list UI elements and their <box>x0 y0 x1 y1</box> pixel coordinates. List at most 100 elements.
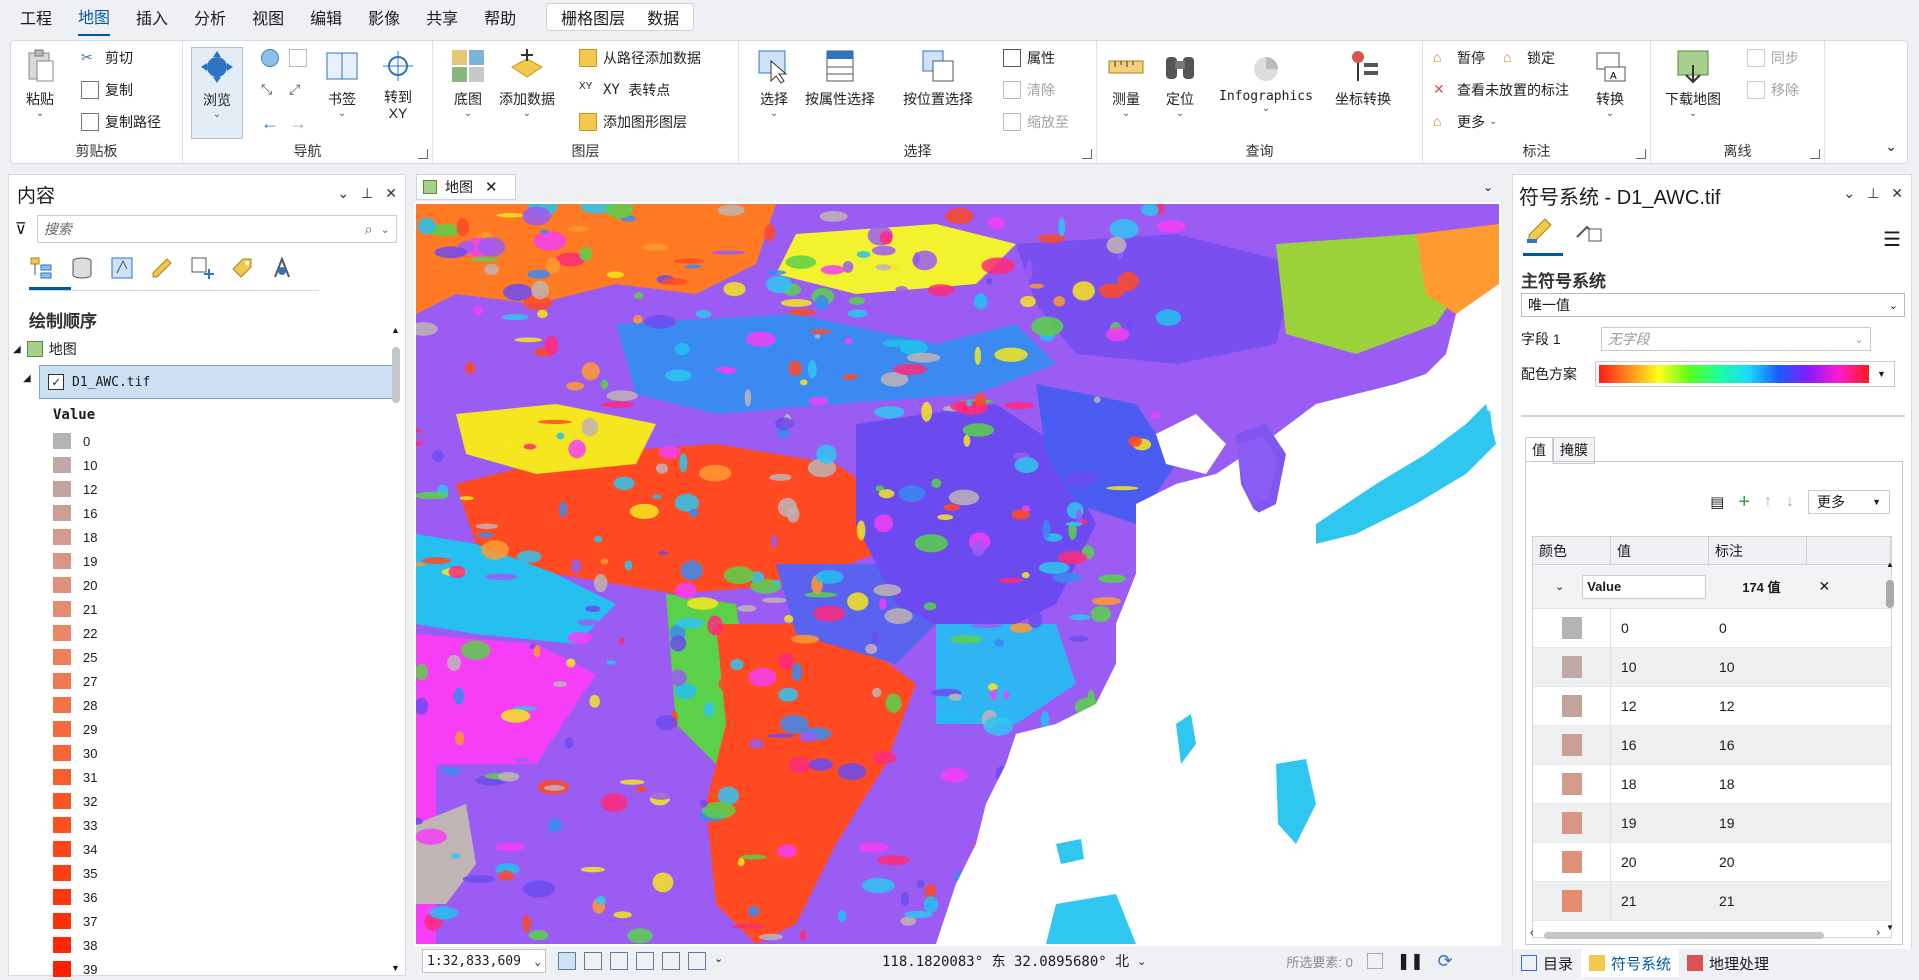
tree-map-node[interactable]: ◢ 地图 <box>13 339 77 359</box>
download-map-button[interactable]: 下载地图 ⌄ <box>1665 47 1721 119</box>
tab-symbology[interactable]: 符号系统 <box>1581 949 1680 977</box>
legend-swatch[interactable] <box>53 913 71 929</box>
legend-swatch[interactable] <box>53 961 71 977</box>
select-button[interactable]: 选择 ⌄ <box>755 47 793 119</box>
list-by-editing-icon[interactable] <box>149 255 175 281</box>
scroll-up-icon[interactable]: ▲ <box>1886 560 1894 569</box>
more-labeling-button[interactable]: ⌂ 更多 ⌄ <box>1433 111 1497 133</box>
copy-button[interactable]: 复制 <box>81 79 133 101</box>
tab-mask[interactable]: 掩膜 <box>1553 437 1595 464</box>
measure-button[interactable]: 测量 ⌄ <box>1107 47 1145 119</box>
fixed-zoom-in-button[interactable]: ⤡ <box>261 79 285 101</box>
symbol-value[interactable]: 12 <box>1611 698 1709 714</box>
symbol-swatch[interactable] <box>1561 851 1582 873</box>
legend-swatch[interactable] <box>53 697 71 713</box>
symbol-label[interactable]: 18 <box>1709 776 1807 792</box>
chevron-down-icon[interactable]: ⌄ <box>534 955 541 968</box>
symbol-class-row[interactable]: 00 <box>1533 609 1891 648</box>
list-by-selection-icon[interactable] <box>109 255 135 281</box>
add-value-icon[interactable]: + <box>1738 491 1750 514</box>
legend-swatch[interactable] <box>53 457 71 473</box>
menu-data[interactable]: 数据 <box>647 0 679 35</box>
pin-icon[interactable]: ⊥ <box>361 185 373 202</box>
coordinate-format-chevron-icon[interactable]: ⌄ <box>1137 955 1146 968</box>
more-options-button[interactable]: 更多 ▼ <box>1808 490 1890 514</box>
collapse-triangle-icon[interactable]: ◢ <box>23 373 31 384</box>
menu-help[interactable]: 帮助 <box>484 0 516 35</box>
symbology-method-select[interactable]: 唯一值 ⌄ <box>1521 293 1905 317</box>
symbol-cell[interactable] <box>1533 609 1611 647</box>
symbol-value[interactable]: 10 <box>1611 659 1709 675</box>
remove-offline-button[interactable]: 移除 <box>1747 79 1799 101</box>
menu-raster-layer[interactable]: 栅格图层 <box>561 0 625 35</box>
symbol-table-hscroll[interactable]: ‹ › <box>1530 927 1880 940</box>
menu-project[interactable]: 工程 <box>20 0 52 35</box>
scroll-right-icon[interactable]: › <box>1876 927 1880 939</box>
refresh-icon[interactable]: ⟳ <box>1438 951 1453 972</box>
symbol-label[interactable]: 0 <box>1709 620 1807 636</box>
tab-list-chevron-icon[interactable]: ⌄ <box>1483 180 1493 194</box>
goto-xy-button[interactable]: 转到 XY <box>379 47 417 121</box>
legend-swatch[interactable] <box>53 481 71 497</box>
menu-icon[interactable]: ☰ <box>1883 227 1901 252</box>
explore-button[interactable]: 浏览 ⌄ <box>191 47 243 139</box>
collapse-triangle-icon[interactable]: ◢ <box>13 344 21 355</box>
contents-scrollbar-thumb[interactable] <box>392 347 400 403</box>
collapse-ribbon-button[interactable]: ⌄ <box>1885 138 1897 155</box>
move-up-icon[interactable]: ↑ <box>1764 493 1772 511</box>
symbol-table-hscroll-thumb[interactable] <box>1544 932 1824 939</box>
contents-search-input[interactable]: 搜索 ⌕ ⌄ <box>36 215 397 243</box>
bookmarks-button[interactable]: 书签 ⌄ <box>323 47 361 119</box>
legend-swatch[interactable] <box>53 601 71 617</box>
clear-selection-button[interactable]: 清除 <box>1003 79 1055 101</box>
scroll-down-icon[interactable]: ▼ <box>1886 923 1894 932</box>
field-select[interactable]: 无字段 ⌄ <box>1600 327 1871 351</box>
view-unplaced-button[interactable]: ✕ 查看未放置的标注 <box>1433 79 1569 101</box>
symbol-cell[interactable] <box>1533 843 1611 881</box>
menu-insert[interactable]: 插入 <box>136 0 168 35</box>
symbol-swatch[interactable] <box>1561 734 1582 756</box>
symbol-value[interactable]: 0 <box>1611 620 1709 636</box>
legend-swatch[interactable] <box>53 577 71 593</box>
symbol-value[interactable]: 18 <box>1611 776 1709 792</box>
pane-options-icon[interactable]: ⌄ <box>1843 185 1855 202</box>
select-by-attributes-button[interactable]: 按属性选择 <box>805 47 875 109</box>
symbol-label[interactable]: 20 <box>1709 854 1807 870</box>
symbol-swatch[interactable] <box>1561 656 1582 678</box>
list-by-perspective-imagery-icon[interactable] <box>269 255 295 281</box>
locate-button[interactable]: 定位 ⌄ <box>1161 47 1199 119</box>
symbol-cell[interactable] <box>1533 882 1611 920</box>
symbol-class-row[interactable]: 16 16 <box>1533 726 1891 765</box>
tab-geoprocessing[interactable]: 地理处理 <box>1679 949 1777 977</box>
paste-button[interactable]: 粘贴 ⌄ <box>21 47 59 119</box>
symbol-table-vscroll-thumb[interactable] <box>1886 580 1894 608</box>
symbol-cell[interactable] <box>1533 726 1611 764</box>
north-arrow-icon[interactable] <box>662 952 680 970</box>
symbol-class-row[interactable]: 18 18 <box>1533 765 1891 804</box>
layer-node-d1-awc[interactable]: ✓ D1_AWC.tif <box>39 365 393 399</box>
legend-swatch[interactable] <box>53 649 71 665</box>
xy-table-to-point-button[interactable]: XY XY 表转点 <box>579 79 670 101</box>
forward-button[interactable]: → <box>289 111 313 133</box>
coordinate-conversion-button[interactable]: 坐标转换 <box>1335 47 1391 109</box>
legend-swatch[interactable] <box>53 553 71 569</box>
legend-swatch[interactable] <box>53 865 71 881</box>
symbol-class-row[interactable]: 10 10 <box>1533 648 1891 687</box>
search-icon[interactable]: ⌕ <box>365 221 373 238</box>
legend-swatch[interactable] <box>53 433 71 449</box>
scale-input[interactable]: 1:32,833,609 ⌄ <box>422 949 546 973</box>
symbol-label[interactable]: 19 <box>1709 815 1807 831</box>
symbol-class-row[interactable]: 20 20 <box>1533 843 1891 882</box>
refresh-extent-icon[interactable] <box>688 952 706 970</box>
symbol-cell[interactable] <box>1533 687 1611 725</box>
add-from-path-button[interactable]: 从路径添加数据 <box>579 47 701 69</box>
legend-swatch[interactable] <box>53 793 71 809</box>
tab-values[interactable]: 值 <box>1525 437 1553 464</box>
symbol-value[interactable]: 16 <box>1611 737 1709 753</box>
legend-swatch[interactable] <box>53 721 71 737</box>
list-by-snapping-icon[interactable] <box>189 255 215 281</box>
full-extent-button[interactable] <box>261 47 285 69</box>
legend-swatch[interactable] <box>53 841 71 857</box>
chevron-down-icon[interactable]: ⌄ <box>381 223 390 236</box>
legend-swatch[interactable] <box>53 745 71 761</box>
